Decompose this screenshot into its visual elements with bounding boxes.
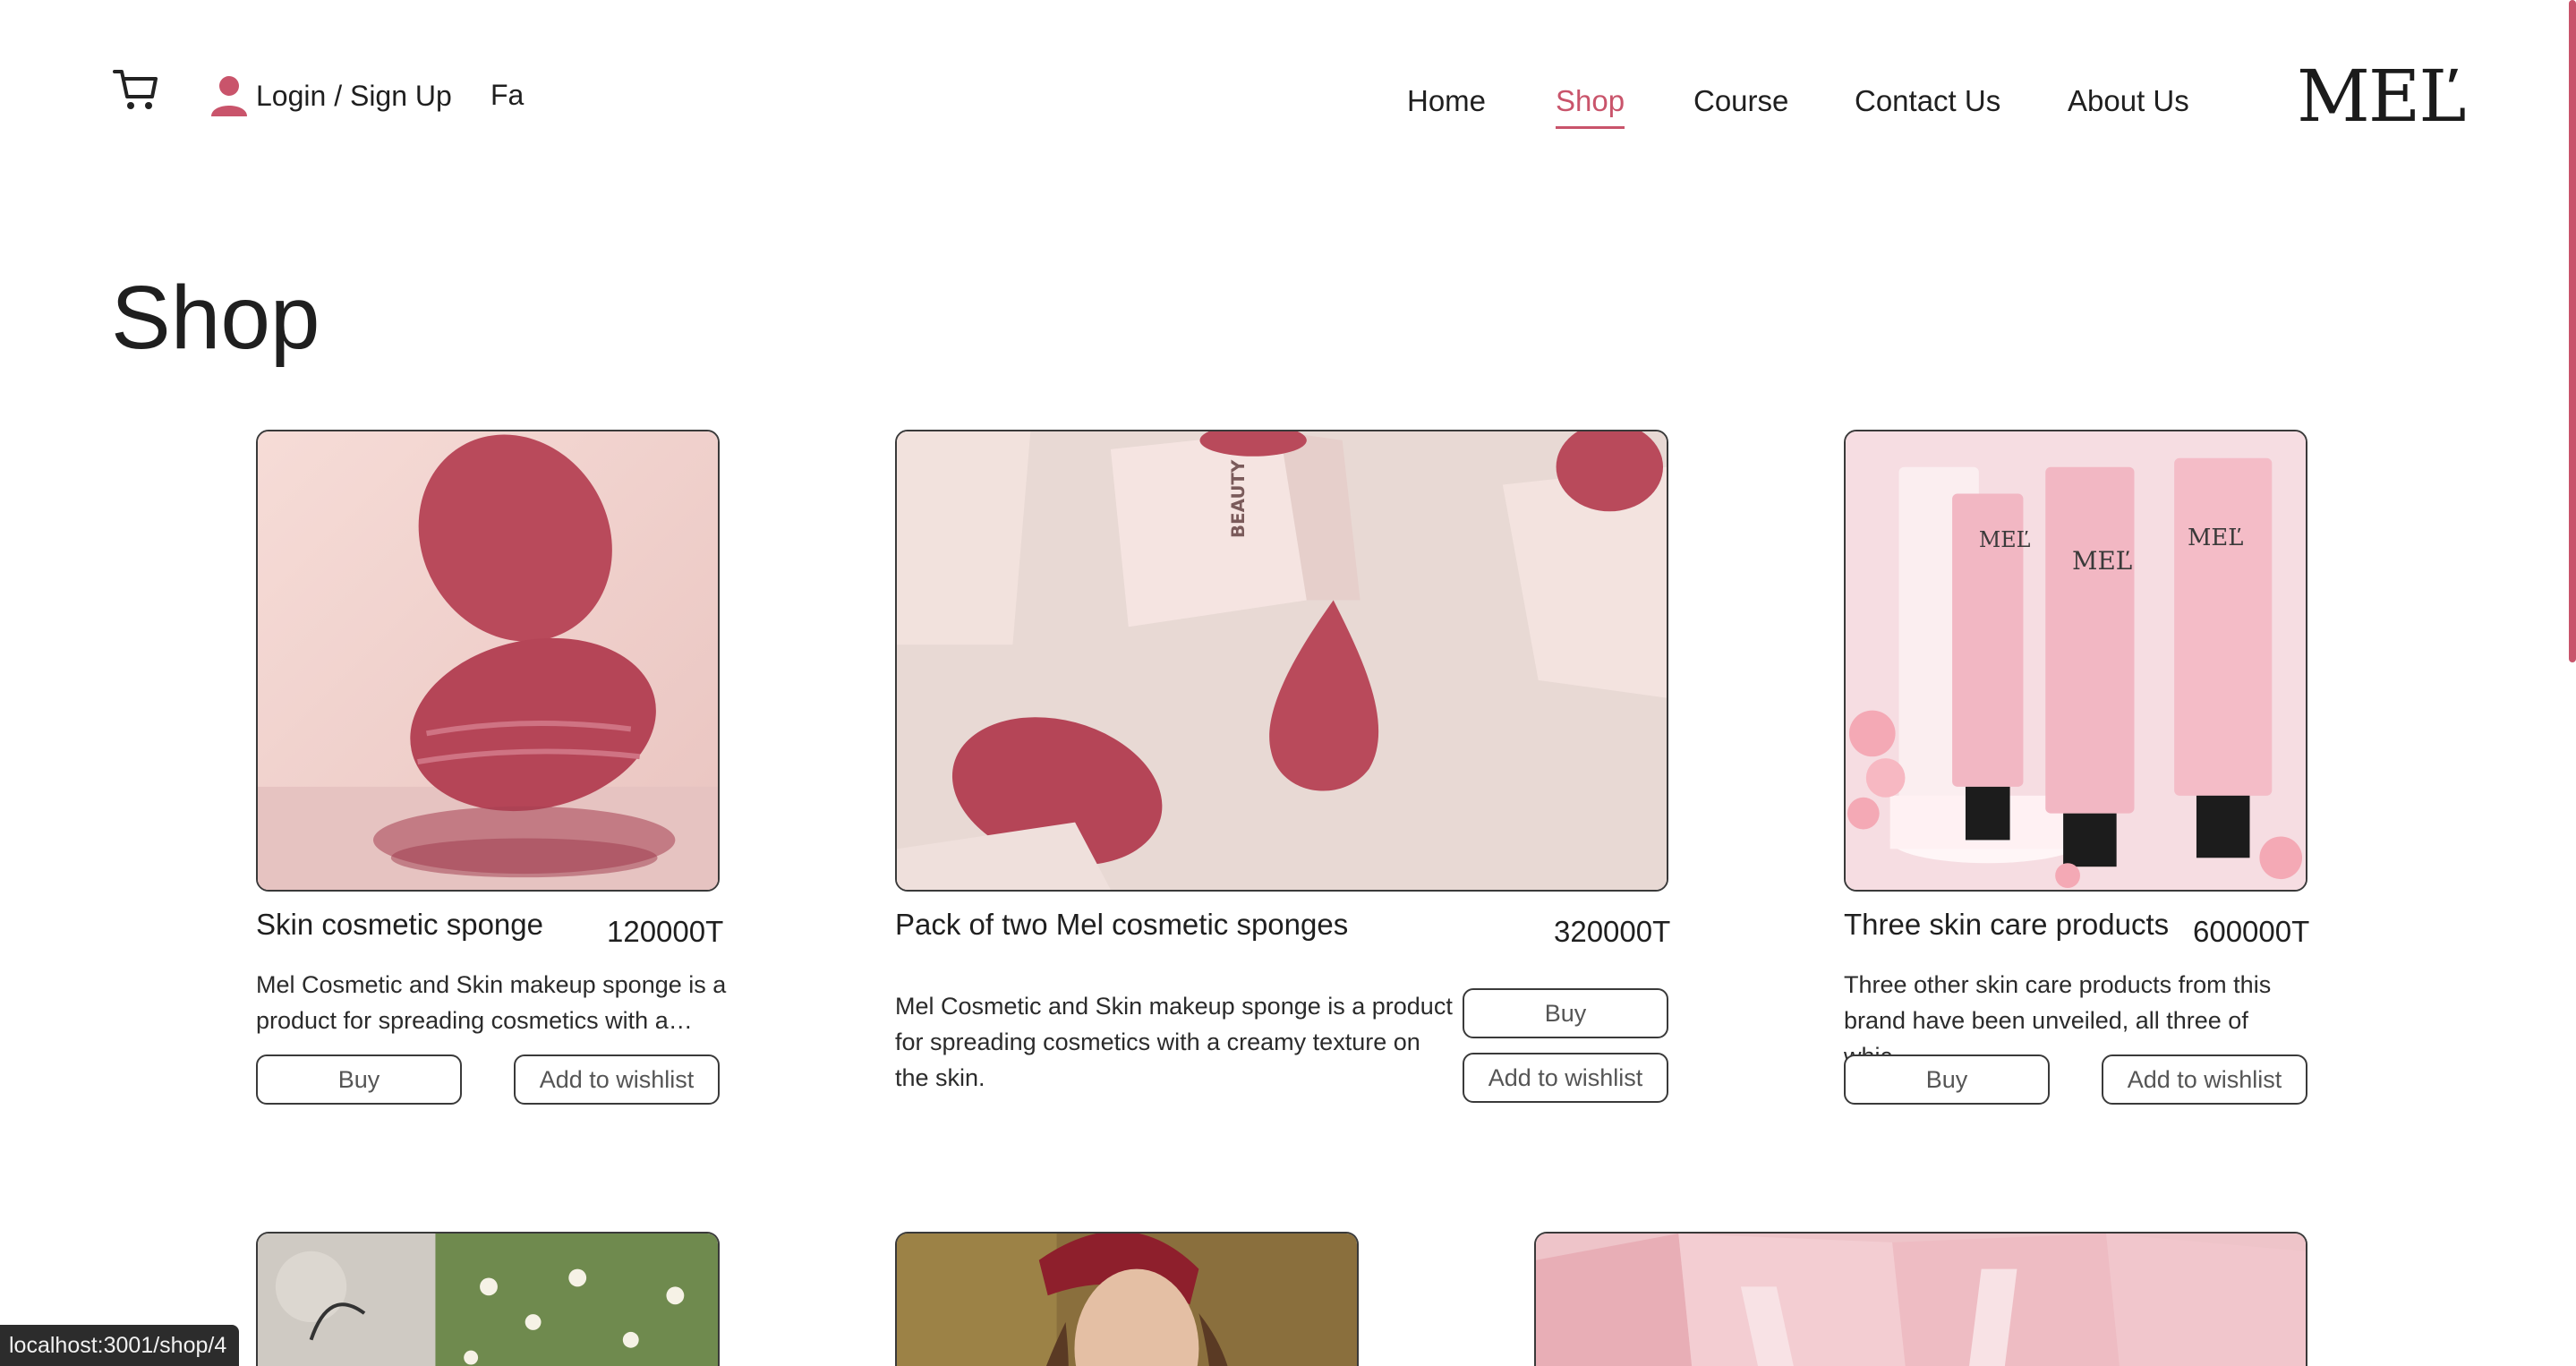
product-name: Pack of two Mel cosmetic sponges bbox=[895, 908, 1349, 941]
buy-button[interactable]: Buy bbox=[1463, 988, 1668, 1038]
user-icon bbox=[211, 76, 247, 116]
product-price: 600000T bbox=[2193, 915, 2310, 948]
language-toggle[interactable]: Fa bbox=[490, 79, 524, 112]
cart-icon[interactable] bbox=[111, 64, 161, 115]
add-to-wishlist-button[interactable]: Add to wishlist bbox=[1463, 1053, 1668, 1103]
product-image-boxes[interactable] bbox=[1534, 1232, 2307, 1366]
login-label: Login / Sign Up bbox=[256, 79, 452, 112]
nav-course[interactable]: Course bbox=[1693, 84, 1788, 118]
product-image-sponge-pack[interactable]: BEAUTY SPONGE bbox=[895, 430, 1668, 892]
product-image-skincare[interactable]: MEĽ MEĽ MEĽ bbox=[1844, 430, 2307, 892]
product-description: Mel Cosmetic and Skin makeup sponge is a… bbox=[895, 993, 1453, 1091]
svg-text:MEĽ: MEĽ bbox=[1979, 527, 2031, 552]
product-image-model[interactable] bbox=[895, 1232, 1359, 1366]
page-scrollbar[interactable] bbox=[2563, 0, 2576, 1366]
product-description: Mel Cosmetic and Skin makeup sponge is a… bbox=[256, 971, 727, 1034]
product-image-flowers[interactable] bbox=[256, 1232, 720, 1366]
buy-button[interactable]: Buy bbox=[1844, 1054, 2050, 1105]
buy-button[interactable]: Buy bbox=[256, 1054, 462, 1105]
product-price: 120000T bbox=[607, 915, 724, 948]
svg-text:MEĽ: MEĽ bbox=[2188, 525, 2243, 551]
page-title: Shop bbox=[111, 268, 320, 368]
nav-shop[interactable]: Shop bbox=[1556, 84, 1625, 129]
add-to-wishlist-button[interactable]: Add to wishlist bbox=[2102, 1054, 2307, 1105]
site-header: Login / Sign Up Fa Home Shop Course Cont… bbox=[0, 0, 2576, 179]
svg-text:MEĽ: MEĽ bbox=[2072, 546, 2132, 576]
product-price: 320000T bbox=[1554, 915, 1671, 948]
login-signup-link[interactable]: Login / Sign Up bbox=[209, 73, 452, 118]
brand-logo[interactable]: MEĽ bbox=[2297, 61, 2466, 132]
add-to-wishlist-button[interactable]: Add to wishlist bbox=[514, 1054, 720, 1105]
product-image-sponge[interactable] bbox=[256, 430, 720, 892]
nav-about-us[interactable]: About Us bbox=[2068, 84, 2189, 118]
nav-home[interactable]: Home bbox=[1407, 84, 1486, 118]
product-name: Skin cosmetic sponge bbox=[256, 908, 543, 941]
status-bar-url: localhost:3001/shop/4 bbox=[0, 1325, 240, 1366]
product-name: Three skin care products bbox=[1844, 908, 2170, 941]
nav-contact-us[interactable]: Contact Us bbox=[1855, 84, 2000, 118]
scrollbar-thumb[interactable] bbox=[2569, 0, 2576, 662]
